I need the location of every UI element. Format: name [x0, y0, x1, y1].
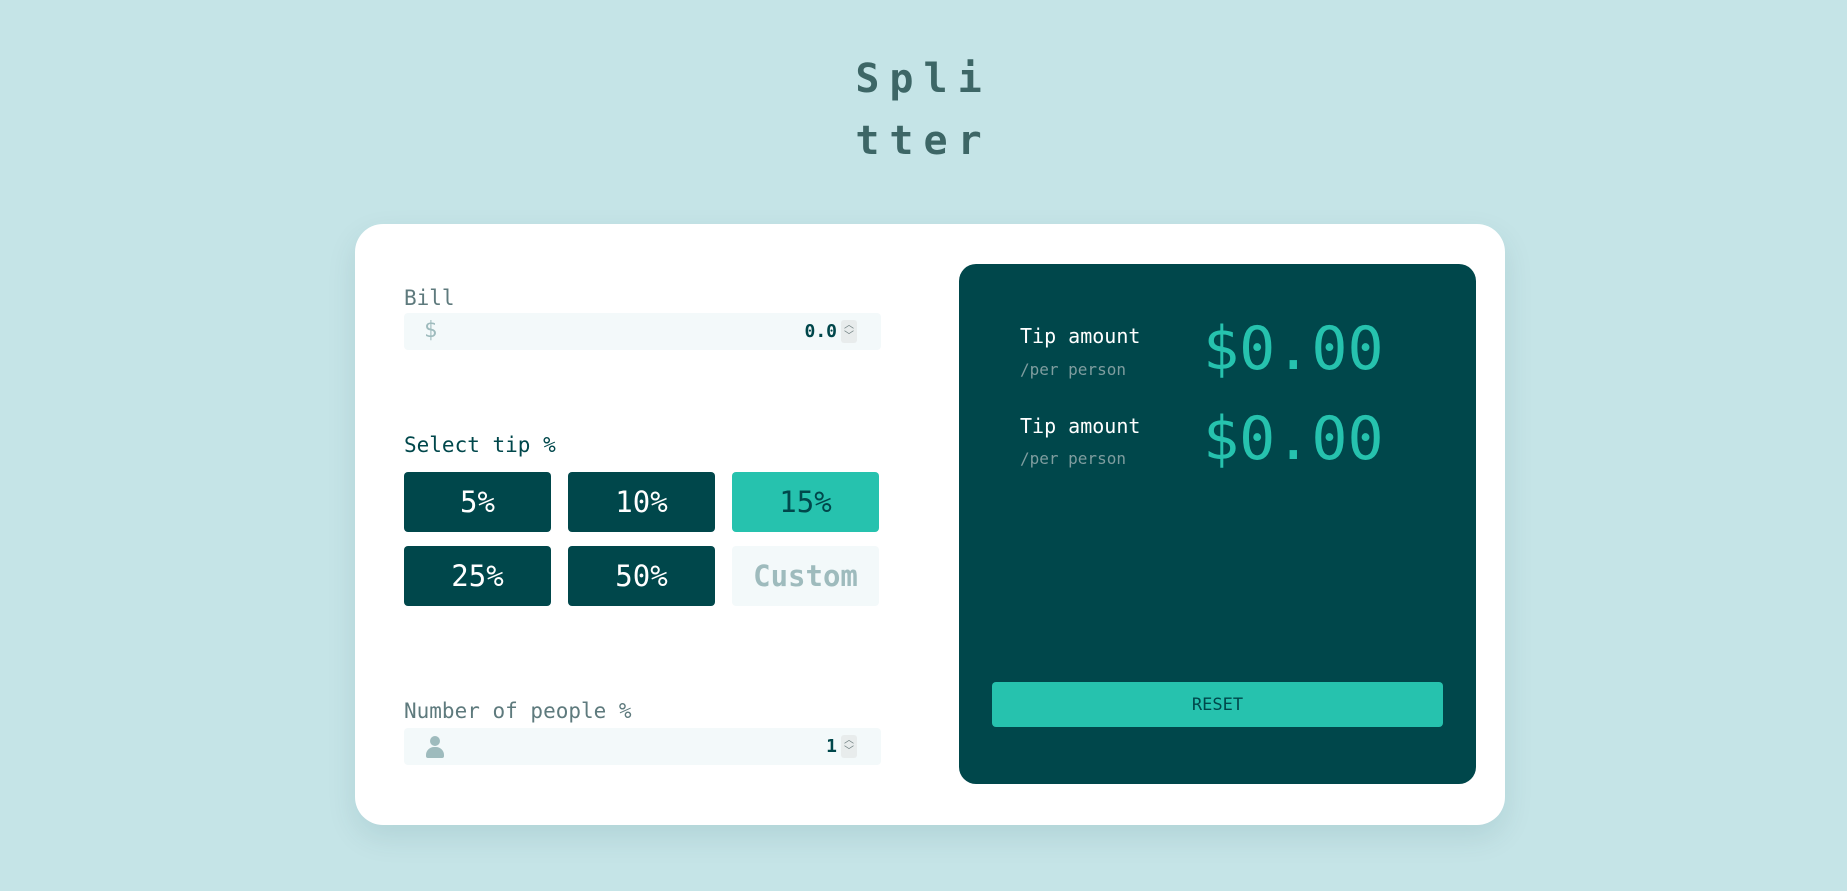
- calculator-card: Bill $ 0.0 ︿ ﹀ Select tip % 5% 10% 15% 2…: [355, 224, 1505, 825]
- custom-tip-placeholder: Custom: [753, 559, 858, 593]
- dollar-icon: $: [424, 318, 438, 343]
- second-amount-value: $0.00: [1203, 404, 1384, 474]
- tip-15-button[interactable]: 15%: [732, 472, 879, 532]
- bill-label: Bill: [404, 286, 455, 310]
- bill-value: 0.0: [804, 321, 837, 342]
- bill-input[interactable]: $ 0.0 ︿ ﹀: [404, 313, 881, 350]
- chevron-down-icon[interactable]: ﹀: [841, 746, 857, 757]
- custom-tip-input[interactable]: Custom: [732, 546, 879, 606]
- chevron-up-icon[interactable]: ︿: [841, 735, 857, 746]
- reset-button[interactable]: RESET: [992, 682, 1443, 727]
- logo-line-2: tter: [855, 118, 992, 164]
- tip-label: Select tip %: [404, 433, 556, 457]
- tip-amount-value: $0.00: [1203, 314, 1384, 384]
- chevron-down-icon[interactable]: ﹀: [841, 331, 857, 342]
- tip-amount-sublabel: /per person: [1020, 360, 1126, 379]
- people-stepper[interactable]: ︿ ﹀: [841, 735, 857, 758]
- tip-25-button[interactable]: 25%: [404, 546, 551, 606]
- people-value: 1: [826, 736, 837, 757]
- bill-stepper[interactable]: ︿ ﹀: [841, 320, 857, 343]
- results-panel: Tip amount /per person $0.00 Tip amount …: [959, 264, 1476, 784]
- chevron-up-icon[interactable]: ︿: [841, 320, 857, 331]
- second-amount-sublabel: /per person: [1020, 449, 1126, 468]
- logo-line-1: Spli: [855, 56, 992, 102]
- people-label: Number of people %: [404, 699, 632, 723]
- tip-10-button[interactable]: 10%: [568, 472, 715, 532]
- tip-amount-label: Tip amount: [1020, 324, 1141, 348]
- second-amount-label: Tip amount: [1020, 414, 1141, 438]
- person-icon: [426, 736, 444, 758]
- tip-50-button[interactable]: 50%: [568, 546, 715, 606]
- app-logo: Spli tter: [0, 48, 1847, 172]
- tip-5-button[interactable]: 5%: [404, 472, 551, 532]
- people-input[interactable]: 1 ︿ ﹀: [404, 728, 881, 765]
